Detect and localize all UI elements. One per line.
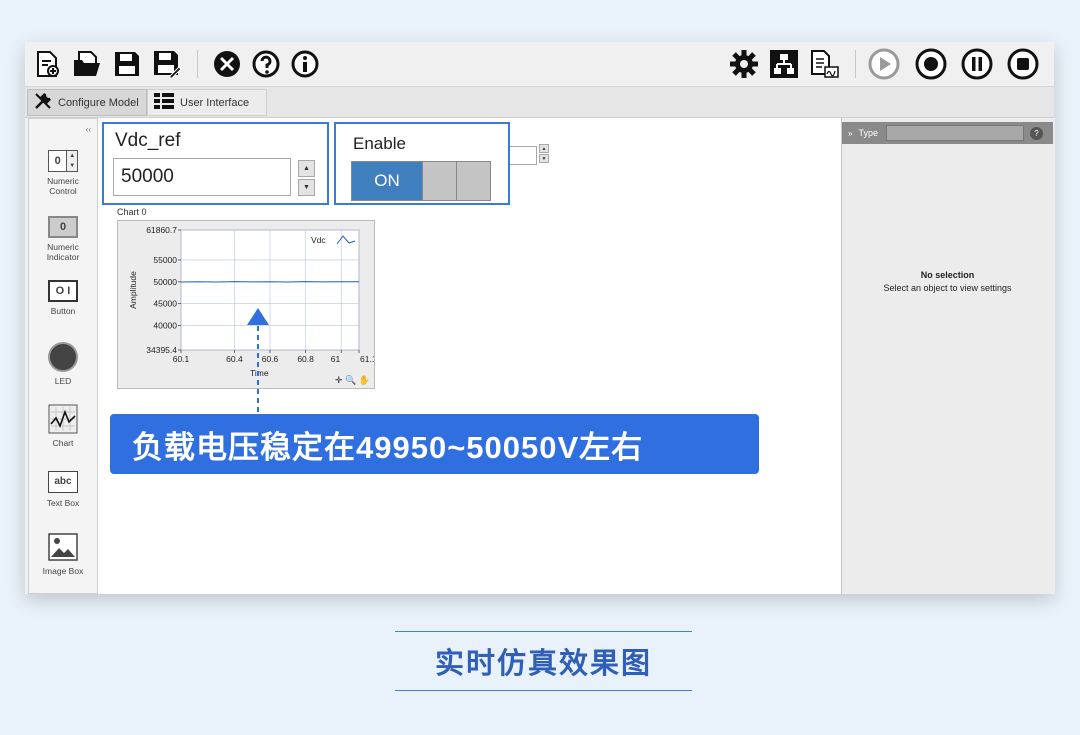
toggle-off-segment [422, 162, 456, 200]
x-tick-label: 60.4 [226, 354, 243, 364]
tab-bar: Configure Model User Interface [25, 87, 1054, 118]
vdc-ref-input[interactable]: 50000 [113, 158, 291, 196]
tab-label: User Interface [180, 96, 250, 109]
enable-control[interactable]: Enable ON [334, 122, 510, 205]
app-window: Configure Model User Interface ‹‹ 0 ▲ ▼ N… [25, 42, 1055, 594]
spin-arrows-icon: ▲ ▼ [67, 150, 78, 172]
palette-item-chart[interactable]: Chart [29, 403, 97, 448]
ui-list-icon [154, 93, 174, 112]
palette-label: Numeric [47, 176, 79, 186]
palette-label: Numeric [47, 242, 79, 252]
y-tick-label: 61860.7 [146, 225, 177, 235]
chart-tools[interactable]: ✛ 🔍 ✋ [335, 375, 370, 386]
properties-panel: » Type ? No selection Select an object t… [841, 118, 1055, 594]
image-box-icon [47, 531, 79, 563]
new-model-icon[interactable] [31, 48, 63, 80]
vdc-ref-control[interactable]: Vdc_ref 50000 ▲ ▼ [102, 122, 329, 205]
help-icon[interactable] [250, 48, 282, 80]
y-tick-label: 45000 [153, 299, 177, 309]
numeric-indicator-icon: 0 [48, 216, 78, 238]
settings-icon[interactable] [728, 48, 760, 80]
toggle-off-segment [456, 162, 490, 200]
caption-divider-bottom [395, 690, 692, 691]
toggle-on-state: ON [352, 162, 422, 200]
figure-caption: 实时仿真效果图 [434, 648, 652, 680]
palette-label: Chart [52, 438, 74, 448]
decrement-button[interactable]: ▼ [298, 179, 315, 196]
type-label: Type [858, 128, 878, 138]
palette-item-text-box[interactable]: abc Text Box [29, 469, 97, 508]
hidden-numeric-field[interactable] [510, 146, 537, 165]
y-axis-label: Amplitude [128, 271, 138, 309]
chart-title: Chart 0 [117, 207, 147, 217]
type-field[interactable] [885, 125, 1024, 141]
chart-icon [47, 403, 79, 435]
palette-label: Text Box [46, 498, 80, 508]
open-folder-icon[interactable] [71, 48, 103, 80]
palette-label: Control [49, 186, 77, 196]
annotation-arrow [247, 308, 269, 416]
enable-label: Enable [353, 134, 406, 153]
palette-item-button[interactable]: O I Button [29, 279, 97, 316]
record-icon[interactable] [915, 48, 947, 80]
numeric-control-icon: 0 [48, 150, 68, 172]
properties-header: » Type ? [842, 122, 1053, 144]
palette-label: Image Box [42, 566, 84, 576]
text-box-icon: abc [48, 471, 78, 493]
hierarchy-icon[interactable] [768, 48, 800, 80]
legend-label: Vdc [311, 235, 326, 245]
help-icon[interactable]: ? [1029, 126, 1043, 140]
x-tick-label: 60.8 [297, 354, 314, 364]
vdc-ref-label: Vdc_ref [115, 130, 181, 151]
toolbar-separator [855, 50, 856, 78]
expand-icon[interactable]: » [848, 129, 852, 138]
tools-icon[interactable] [211, 48, 243, 80]
palette-item-image-box[interactable]: Image Box [29, 531, 97, 576]
palette-label: Indicator [46, 252, 80, 262]
no-selection-text: No selection [920, 270, 975, 280]
y-tick-label: 55000 [153, 255, 177, 265]
hidden-decrement-button[interactable]: ▼ [539, 154, 549, 163]
palette-item-led[interactable]: LED [29, 341, 97, 386]
tab-label: Configure Model [58, 96, 139, 109]
tab-user-interface[interactable]: User Interface [147, 89, 267, 116]
palette-label: LED [54, 376, 72, 386]
caption-divider-top [395, 631, 692, 632]
control-palette: ‹‹ 0 ▲ ▼ Numeric Control 0 Numeric Indica… [28, 118, 98, 594]
pause-icon[interactable] [961, 48, 993, 80]
palette-item-numeric-indicator[interactable]: 0 Numeric Indicator [29, 215, 97, 262]
tab-configure-model[interactable]: Configure Model [27, 89, 147, 116]
x-tick-label: 60.1 [173, 354, 190, 364]
x-tick-label: 61.1 [360, 354, 374, 364]
info-icon[interactable] [289, 48, 321, 80]
collapse-palette-button[interactable]: ‹‹ [86, 125, 91, 134]
hidden-increment-button[interactable]: ▲ [539, 144, 549, 153]
button-icon: O I [48, 280, 78, 302]
toolbar [25, 42, 1054, 87]
toolbar-separator [197, 50, 198, 78]
wrench-icon [34, 92, 52, 113]
increment-button[interactable]: ▲ [298, 160, 315, 177]
no-selection-hint: Select an object to view settings [883, 283, 1012, 293]
save-icon[interactable] [111, 48, 143, 80]
design-canvas[interactable]: Vdc_ref 50000 ▲ ▼ Enable ON ▲ ▼ Chart 0 … [98, 118, 841, 594]
stop-icon[interactable] [1007, 48, 1039, 80]
palette-item-numeric-control[interactable]: 0 ▲ ▼ Numeric Control [29, 149, 97, 196]
run-icon[interactable] [868, 48, 900, 80]
y-tick-label: 40000 [153, 321, 177, 331]
led-icon [48, 342, 78, 372]
export-report-icon[interactable] [808, 48, 840, 80]
annotation-box: 负载电压稳定在49950~50050V左右 [110, 414, 759, 474]
x-tick-label: 61 [331, 354, 341, 364]
enable-toggle[interactable]: ON [351, 161, 491, 201]
y-tick-label: 50000 [153, 277, 177, 287]
save-as-icon[interactable] [151, 48, 183, 80]
palette-label: Button [50, 306, 76, 316]
